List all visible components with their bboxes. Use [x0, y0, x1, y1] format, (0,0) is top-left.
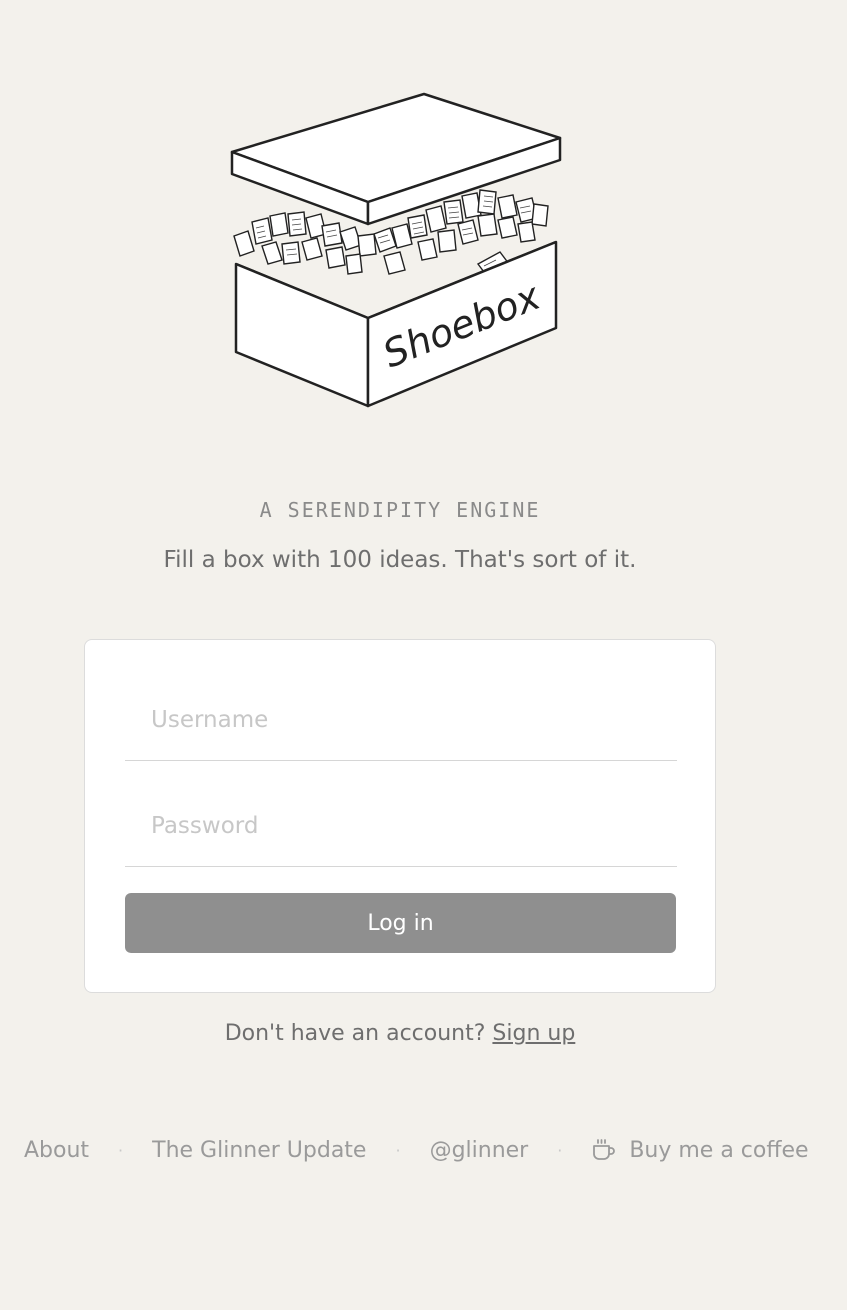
login-card: Log in — [84, 639, 716, 993]
glinner-update-link[interactable]: The Glinner Update — [152, 1138, 366, 1163]
signup-prompt-line: Don't have an account? Sign up — [0, 1021, 800, 1046]
username-field-container — [125, 680, 677, 761]
footer-separator: · — [557, 1140, 563, 1160]
password-input[interactable] — [125, 786, 677, 866]
glinner-handle-link[interactable]: @glinner — [430, 1138, 529, 1163]
footer-separator: · — [395, 1140, 401, 1160]
footer-links: About · The Glinner Update · @glinner · … — [24, 1134, 809, 1166]
login-button[interactable]: Log in — [125, 893, 676, 953]
buy-coffee-label: Buy me a coffee — [629, 1137, 809, 1163]
subtitle: Fill a box with 100 ideas. That's sort o… — [163, 547, 637, 573]
footer-separator: · — [118, 1140, 124, 1160]
signup-link[interactable]: Sign up — [492, 1021, 575, 1046]
shoebox-logo-icon: Shoebox — [230, 92, 562, 408]
signup-prompt: Don't have an account? — [224, 1021, 486, 1046]
tagline: A SERENDIPITY ENGINE — [259, 498, 541, 522]
buy-coffee-link[interactable]: Buy me a coffee — [591, 1137, 809, 1163]
password-field-container — [125, 786, 677, 867]
username-input[interactable] — [125, 680, 677, 760]
coffee-cup-icon — [593, 1139, 616, 1160]
about-link[interactable]: About — [24, 1138, 89, 1163]
